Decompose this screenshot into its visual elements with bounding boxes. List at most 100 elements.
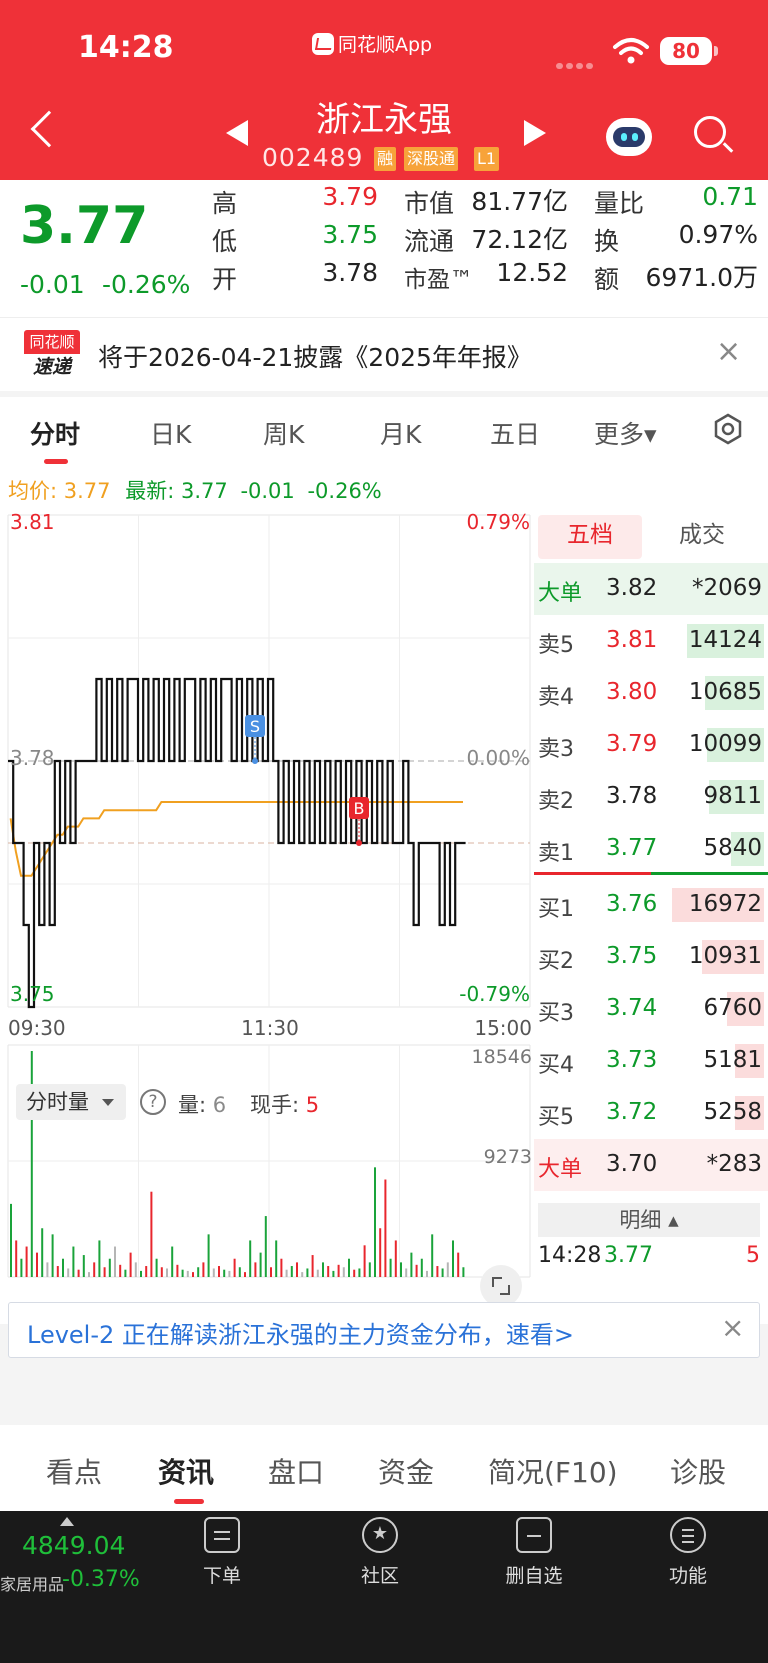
low-label: 低 xyxy=(212,227,238,256)
volume-bar xyxy=(394,1240,397,1277)
fullscreen-expand-icon[interactable] xyxy=(480,1265,522,1307)
ask-row[interactable]: 卖4 3.80 10685 xyxy=(534,667,768,719)
open-label: 开 xyxy=(212,265,238,294)
volume-bar xyxy=(166,1268,168,1277)
close-icon[interactable]: × xyxy=(716,334,741,369)
expand-up-icon[interactable] xyxy=(60,1517,74,1526)
volume-bar xyxy=(348,1258,350,1277)
volume-bar xyxy=(426,1270,428,1277)
level-label: 买1 xyxy=(538,897,574,922)
mktcap-label: 市值 xyxy=(404,189,455,218)
bid-row[interactable]: 买3 3.74 6760 xyxy=(534,983,768,1035)
bottom-toolbar: 4849.04 家居用品 -0.37% 下单 社区 删自选 功能 xyxy=(0,1511,768,1663)
tab-f10[interactable]: 简况(F10) xyxy=(488,1451,618,1491)
high-value: 3.79 xyxy=(322,182,378,211)
close-icon[interactable]: × xyxy=(721,1311,744,1344)
express-notice[interactable]: 同花顺 速递 将于2026-04-21披露《2025年年报》 × xyxy=(0,317,768,391)
price-axis-mid: 3.78 xyxy=(10,746,55,770)
level-price: 3.74 xyxy=(606,995,658,1021)
volume-bar xyxy=(218,1266,220,1277)
status-time: 14:28 xyxy=(78,30,174,65)
turnover-value: 0.97% xyxy=(678,220,758,249)
tab-daily-k[interactable]: 日K xyxy=(150,415,191,451)
back-icon[interactable] xyxy=(30,110,68,148)
community-button[interactable]: 社区 xyxy=(330,1517,430,1588)
ask-row[interactable]: 卖1 3.77 5840 xyxy=(534,823,768,875)
tag-level1[interactable]: L1 xyxy=(474,147,500,171)
intraday-chart[interactable]: S B 3.81 0.79% 3.78 0.00% 3.75 -0.79% 09:… xyxy=(0,507,534,1317)
tag-margin[interactable]: 融 xyxy=(374,147,397,171)
volume-bar xyxy=(363,1245,366,1277)
tab-intraday[interactable]: 分时 xyxy=(30,415,80,451)
level-price: 3.72 xyxy=(606,1099,658,1125)
level2-banner-text[interactable]: Level-2 正在解读浙江永强的主力资金分布，速看> xyxy=(27,1315,574,1350)
functions-button[interactable]: 功能 xyxy=(638,1517,738,1588)
mktcap-value: 81.77亿 xyxy=(471,187,568,216)
tab-diagnosis[interactable]: 诊股 xyxy=(670,1451,726,1491)
remove-watchlist-button[interactable]: 删自选 xyxy=(484,1517,584,1588)
volume-bar xyxy=(233,1258,236,1277)
next-stock-icon[interactable] xyxy=(524,120,546,146)
turnover-label: 换 xyxy=(594,227,620,256)
order-button[interactable]: 下单 xyxy=(172,1517,272,1588)
tab-handicap[interactable]: 盘口 xyxy=(268,1451,324,1491)
volume-ratio-value: 0.71 xyxy=(702,182,758,211)
latest-value: 3.77 xyxy=(180,479,228,503)
level-volume: 9811 xyxy=(703,783,762,809)
chevron-down-icon xyxy=(102,1099,114,1106)
level-label: 买3 xyxy=(538,1001,574,1026)
settings-icon[interactable] xyxy=(712,413,744,445)
menu-icon xyxy=(670,1517,706,1553)
battery-tip xyxy=(714,46,718,56)
level-volume: 5181 xyxy=(703,1047,762,1073)
tag-shenzhen-connect[interactable]: 深股通 xyxy=(404,147,459,171)
detail-toggle-button[interactable]: 明细 ▴ xyxy=(538,1203,760,1237)
level-label: 卖2 xyxy=(538,789,574,814)
bid-row[interactable]: 买4 3.73 5181 xyxy=(534,1035,768,1087)
volume-bar xyxy=(457,1252,460,1277)
tab-five-levels[interactable]: 五档 xyxy=(538,515,642,559)
level-label: 卖1 xyxy=(538,841,574,866)
volume-bar xyxy=(275,1240,278,1277)
tab-monthly-k[interactable]: 月K xyxy=(380,415,421,451)
level-label: 卖5 xyxy=(538,633,574,658)
sector-index-value[interactable]: 4849.04 xyxy=(22,1531,125,1560)
ask-row[interactable]: 卖5 3.81 14124 xyxy=(534,615,768,667)
volume-bar xyxy=(296,1262,298,1277)
float-label: 流通 xyxy=(404,227,455,256)
ask-row[interactable]: 卖3 3.79 10099 xyxy=(534,719,768,771)
level-volume: *283 xyxy=(706,1151,762,1177)
search-icon[interactable] xyxy=(694,116,726,148)
ask-row[interactable]: 卖2 3.78 9811 xyxy=(534,771,768,823)
level2-banner[interactable]: Level-2 正在解读浙江永强的主力资金分布，速看> × xyxy=(8,1302,760,1358)
notice-text[interactable]: 将于2026-04-21披露《2025年年报》 xyxy=(98,338,532,374)
amount-label: 额 xyxy=(594,265,620,294)
tab-weekly-k[interactable]: 周K xyxy=(263,415,304,451)
big-order-row[interactable]: 大单 3.82 *2069 xyxy=(534,563,768,615)
level-volume: 10099 xyxy=(688,731,762,757)
volume-bar xyxy=(368,1262,371,1277)
level-volume: 10931 xyxy=(688,943,762,969)
bid-row[interactable]: 买2 3.75 10931 xyxy=(534,931,768,983)
volume-bar xyxy=(358,1268,361,1277)
volume-bar xyxy=(15,1240,18,1277)
price-axis-max: 3.81 xyxy=(10,510,55,534)
stock-code: 002489 xyxy=(262,143,364,172)
ai-robot-icon[interactable] xyxy=(606,118,652,156)
tab-trades[interactable]: 成交 xyxy=(650,515,754,559)
help-icon[interactable]: ? xyxy=(140,1089,166,1115)
tab-news[interactable]: 资讯 xyxy=(158,1451,214,1491)
tab-highlights[interactable]: 看点 xyxy=(46,1451,102,1491)
tab-five-day[interactable]: 五日 xyxy=(490,415,540,451)
battery-level: 80 xyxy=(660,37,712,65)
volume-bar xyxy=(410,1252,413,1277)
bid-row[interactable]: 买5 3.72 5258 xyxy=(534,1087,768,1139)
volume-bar xyxy=(20,1258,23,1277)
volume-indicator-dropdown[interactable]: 分时量 xyxy=(16,1084,126,1120)
tab-more[interactable]: 更多▾ xyxy=(594,415,657,451)
tab-funds[interactable]: 资金 xyxy=(378,1451,434,1491)
bid-row[interactable]: 买1 3.76 16972 xyxy=(534,879,768,931)
prev-stock-icon[interactable] xyxy=(226,120,248,146)
level-volume: 5840 xyxy=(703,835,762,861)
big-order-row[interactable]: 大单 3.70 *283 xyxy=(534,1139,768,1191)
